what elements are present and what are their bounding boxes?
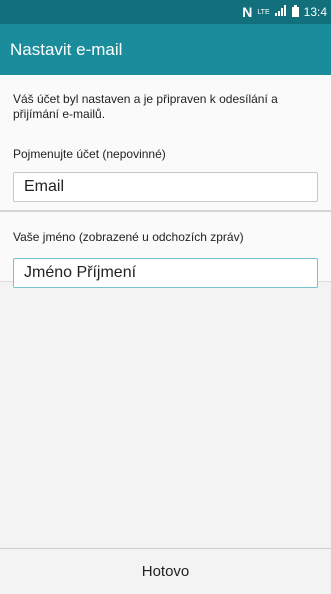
battery-icon [291, 4, 299, 20]
done-button[interactable]: Hotovo [122, 557, 210, 586]
sender-section: Vaše jméno (zobrazené u odchozích zpráv)… [0, 212, 331, 288]
sender-name-input[interactable]: Jméno Příjmení [13, 258, 318, 288]
setup-info-text: Váš účet byl nastaven a je připraven k o… [13, 92, 278, 121]
bottom-bar: Hotovo [0, 548, 331, 594]
account-name-label: Pojmenujte účet (nepovinné) [13, 147, 166, 161]
status-bar: N LTE 13:4 [0, 0, 331, 24]
app-bar: Nastavit e-mail [0, 24, 331, 75]
nfc-n-icon: N [242, 4, 253, 20]
clock: 13:4 [303, 5, 327, 19]
lte-icon: LTE [257, 9, 269, 16]
lte-label: LTE [257, 8, 270, 16]
page-title: Nastavit e-mail [10, 39, 123, 59]
account-section: Váš účet byl nastaven a je připraven k o… [0, 75, 331, 212]
sender-name-label: Vaše jméno (zobrazené u odchozích zpráv) [13, 230, 244, 244]
signal-bars-icon [274, 5, 287, 19]
account-name-input[interactable]: Email [13, 172, 318, 202]
